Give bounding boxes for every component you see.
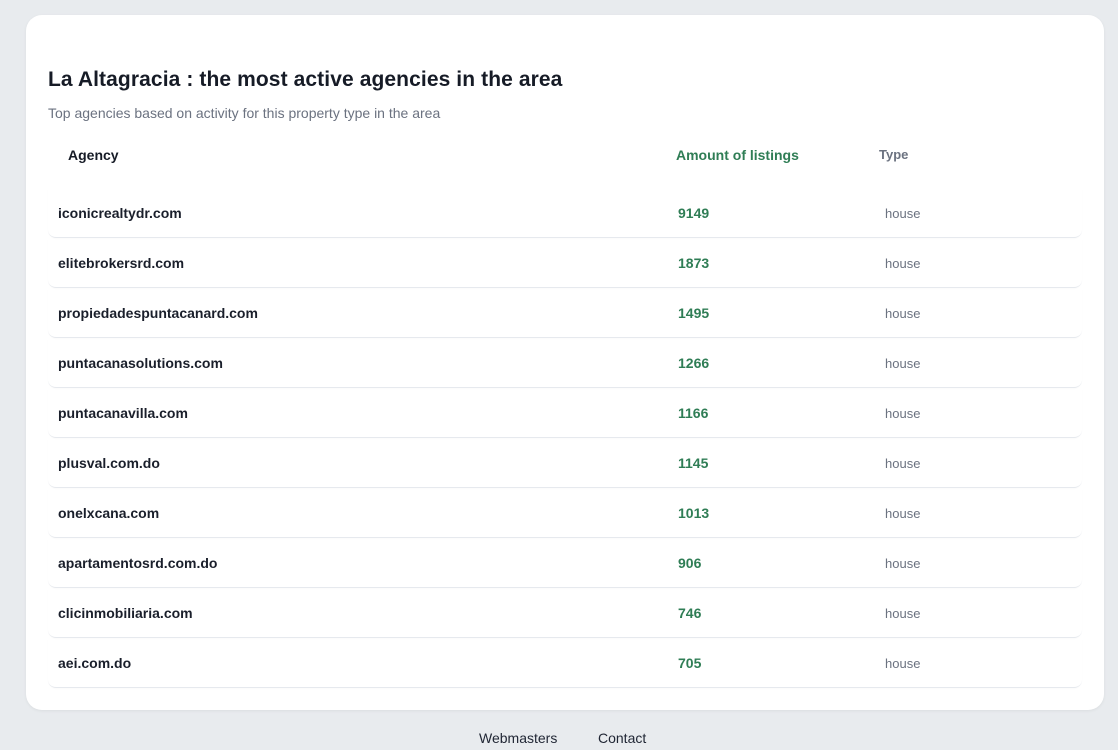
page-subtitle: Top agencies based on activity for this … [48,105,441,121]
agency-name[interactable]: elitebrokersrd.com [58,255,184,271]
listing-count: 1013 [678,505,710,521]
column-header-type[interactable]: Type [879,147,908,162]
table-row: aei.com.do 705 house [48,638,1082,688]
table-row: clicinmobiliaria.com 746 house [48,588,1082,638]
agency-name[interactable]: clicinmobiliaria.com [58,605,193,621]
table-row: iconicrealtydr.com 9149 house [48,188,1082,238]
table-row: elitebrokersrd.com 1873 house [48,238,1082,288]
table-row: puntacanasolutions.com 1266 house [48,338,1082,388]
listing-count: 1145 [678,455,709,471]
property-type: house [885,256,921,271]
property-type: house [885,556,921,571]
table-row: apartamentosrd.com.do 906 house [48,538,1082,588]
agency-name[interactable]: puntacanasolutions.com [58,355,223,371]
column-header-amount[interactable]: Amount of listings [676,147,799,163]
agencies-card: La Altagracia : the most active agencies… [26,15,1104,710]
column-header-agency[interactable]: Agency [68,147,119,163]
agency-name[interactable]: plusval.com.do [58,455,160,471]
property-type: house [885,406,921,421]
agency-name[interactable]: onelxcana.com [58,505,159,521]
footer-link-webmasters[interactable]: Webmasters [479,730,557,746]
listing-count: 906 [678,555,702,571]
table-row: onelxcana.com 1013 house [48,488,1082,538]
listing-count: 1495 [678,305,710,321]
table-row: puntacanavilla.com 1166 house [48,388,1082,438]
listing-count: 746 [678,605,702,621]
listing-count: 1873 [678,255,710,271]
listing-count: 1266 [678,355,710,371]
property-type: house [885,206,921,221]
footer: Webmasters Contact [0,730,1118,750]
table-row: propiedadespuntacanard.com 1495 house [48,288,1082,338]
agency-name[interactable]: iconicrealtydr.com [58,205,182,221]
listing-count: 1166 [678,405,709,421]
table-row: plusval.com.do 1145 house [48,438,1082,488]
table-body: iconicrealtydr.com 9149 house elitebroke… [48,188,1082,688]
agency-name[interactable]: puntacanavilla.com [58,405,188,421]
property-type: house [885,656,921,671]
agency-name[interactable]: apartamentosrd.com.do [58,555,217,571]
property-type: house [885,506,921,521]
property-type: house [885,606,921,621]
table-header: Agency Amount of listings Type [48,147,1082,167]
listing-count: 705 [678,655,702,671]
footer-link-contact[interactable]: Contact [598,730,646,746]
property-type: house [885,356,921,371]
page-title: La Altagracia : the most active agencies… [48,68,563,91]
agency-name[interactable]: propiedadespuntacanard.com [58,305,258,321]
property-type: house [885,456,921,471]
agency-name[interactable]: aei.com.do [58,655,131,671]
listing-count: 9149 [678,205,710,221]
property-type: house [885,306,921,321]
